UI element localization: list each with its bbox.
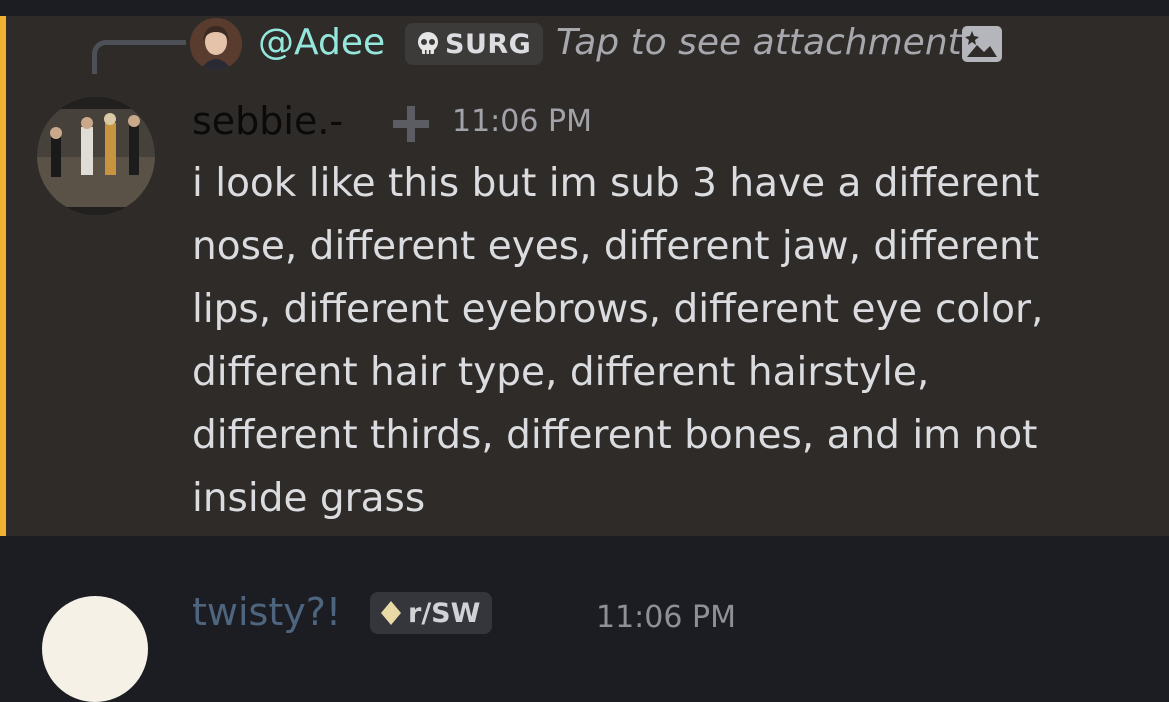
message-timestamp: 11:06 PM: [452, 104, 592, 139]
author-avatar[interactable]: [37, 97, 155, 215]
next-tag-label: r/SW: [408, 597, 481, 629]
plus-icon[interactable]: [390, 103, 432, 145]
reply-username[interactable]: @Adee: [258, 22, 385, 63]
next-author-avatar[interactable]: [42, 596, 148, 702]
reply-spine: [92, 40, 186, 74]
next-author-username[interactable]: twisty?!: [192, 590, 341, 634]
reply-guild-tag[interactable]: SURG: [405, 23, 544, 65]
reply-tag-label: SURG: [445, 28, 532, 60]
reply-preview-text[interactable]: Tap to see attachment: [556, 22, 962, 63]
diamond-icon: [381, 601, 401, 625]
top-bar: [0, 0, 1169, 16]
skull-icon: [418, 32, 438, 54]
next-guild-tag[interactable]: r/SW: [370, 592, 493, 634]
next-message-timestamp: 11:06 PM: [596, 600, 736, 635]
mention-indicator-bar: [0, 16, 6, 536]
author-username[interactable]: sebbie.-: [192, 99, 343, 143]
reply-avatar[interactable]: [190, 18, 242, 70]
message-content: i look like this but im sub 3 have a dif…: [192, 161, 1044, 521]
image-icon: [962, 26, 1002, 62]
